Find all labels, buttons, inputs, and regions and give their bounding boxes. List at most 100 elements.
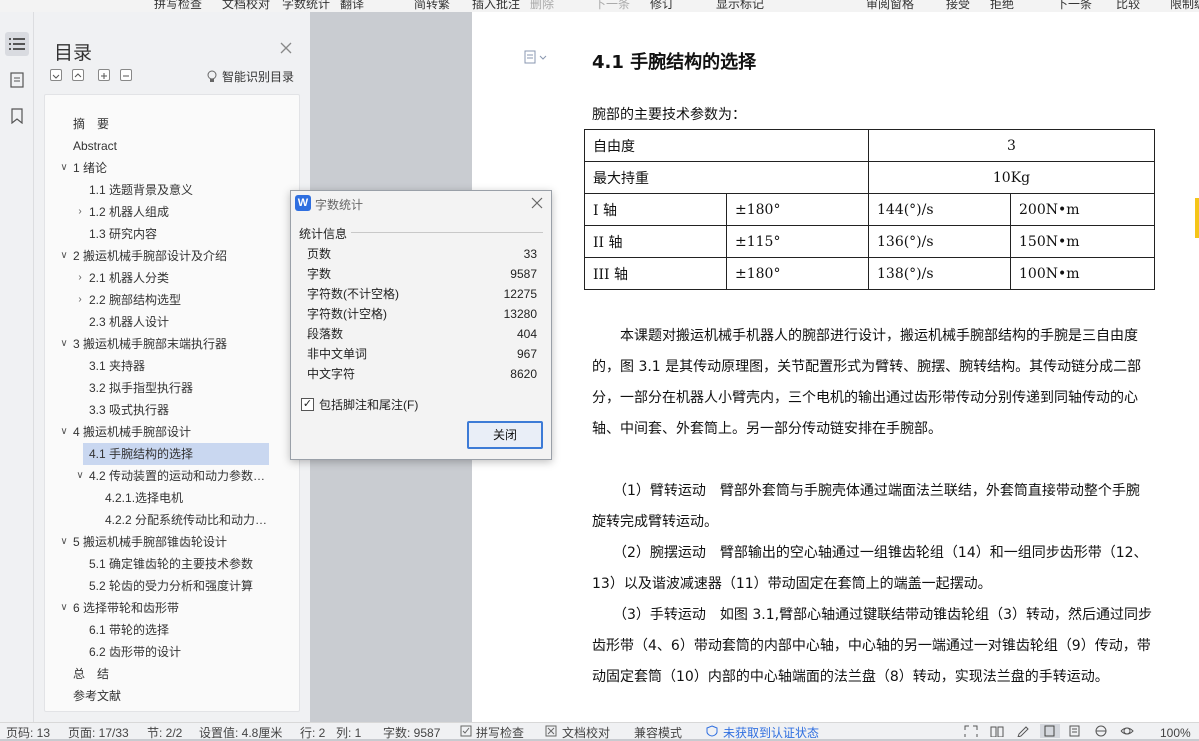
status-doc-proof[interactable]: 文档校对 [562, 726, 610, 740]
plus-icon [101, 73, 107, 79]
remove-heading-button[interactable] [120, 69, 132, 81]
table-row: 最大持重 10Kg [584, 161, 1155, 194]
document-page[interactable]: 4.1 手腕结构的选择 腕部的主要技术参数为： 自由度 3 最大持重 10Kg … [472, 12, 1199, 722]
toc-item[interactable]: 参考文献 [73, 685, 269, 707]
ribbon-reject[interactable]: 拒绝 [990, 0, 1014, 12]
toc-item[interactable]: 5.2 轮齿的受力分析和强度计算 [89, 575, 269, 597]
pen-icon[interactable] [1016, 725, 1030, 737]
toc-item[interactable]: 4.2 传动装置的运动和动力参数计 ... [89, 465, 269, 487]
status-cert[interactable]: 未获取到认证状态 [723, 726, 819, 740]
page-thumbnail-button[interactable] [5, 68, 29, 92]
doc-options-icon[interactable] [524, 50, 548, 64]
chevron-right-icon[interactable]: › [74, 201, 86, 223]
ribbon-accept[interactable]: 接受 [946, 0, 970, 12]
stat-row: 段落数 404 [307, 324, 537, 344]
ribbon-doc-proof[interactable]: 文档校对 [222, 0, 270, 12]
toc-item[interactable]: 3.1 夹持器 [89, 355, 269, 377]
chevron-down-icon[interactable]: ∨ [58, 597, 70, 619]
toc-item[interactable]: 6.1 带轮的选择 [89, 619, 269, 641]
ribbon-word-count[interactable]: 字数统计 [282, 0, 330, 12]
ribbon-next-comment[interactable]: 下一条 [594, 0, 630, 12]
params-table: 自由度 3 最大持重 10Kg I 轴 ±180° 144(°)/s 200N•… [584, 129, 1155, 290]
smart-toc-label: 智能识别目录 [222, 70, 295, 84]
ribbon-show-markup[interactable]: 显示标记 [716, 0, 764, 12]
toc-item[interactable]: 4 搬运机械手腕部设计 [73, 421, 269, 443]
table-cell: III 轴 [584, 257, 727, 290]
ribbon-simp-trad[interactable]: 简转繁 [414, 0, 450, 12]
toc-item[interactable]: 1.2 机器人组成 [89, 201, 269, 223]
stat-label: 字符数(计空格) [307, 307, 387, 321]
stat-label: 字符数(不计空格) [307, 287, 399, 301]
chevron-down-icon[interactable]: ∨ [58, 245, 70, 267]
outline-view-icon[interactable] [1068, 725, 1082, 737]
close-icon[interactable] [278, 40, 294, 56]
ribbon-insert-comment[interactable]: 插入批注 [472, 0, 520, 12]
toc-item[interactable]: 2.3 机器人设计 [89, 311, 269, 333]
toc-item[interactable]: 2.1 机器人分类 [89, 267, 269, 289]
status-row: 行: 2 [300, 726, 326, 740]
ribbon-track-changes[interactable]: 修订 [650, 0, 674, 12]
status-col: 列: 1 [336, 726, 362, 740]
toc-item[interactable]: 4.1 手腕结构的选择 [83, 443, 269, 465]
toc-item[interactable]: 4.2.1.选择电机 [105, 487, 269, 509]
chevron-up-icon [74, 73, 82, 78]
ribbon-translate[interactable]: 翻译 [340, 0, 364, 12]
toc-item[interactable]: 5.1 确定锥齿轮的主要技术参数 [89, 553, 269, 575]
scroll-marker[interactable] [1195, 198, 1199, 238]
include-footnotes-checkbox[interactable]: ✓ 包括脚注和尾注(F) [301, 396, 418, 413]
collapse-all-button[interactable] [50, 69, 62, 81]
expand-level-button[interactable] [72, 69, 84, 81]
toc-view-button[interactable] [5, 32, 29, 56]
read-mode-icon[interactable] [990, 725, 1004, 737]
smart-toc-button[interactable]: 智能识别目录 [206, 68, 294, 85]
table-cell: 150N•m [1010, 225, 1155, 258]
toc-item[interactable]: 1.1 选题背景及意义 [89, 179, 269, 201]
toc-item[interactable]: 2.2 腕部结构选型 [89, 289, 269, 311]
ribbon-next-change[interactable]: 下一条 [1056, 0, 1092, 12]
stats-section-label: 统计信息 [299, 227, 348, 241]
chevron-down-icon[interactable]: ∨ [58, 421, 70, 443]
status-spell-check[interactable]: 拼写检查 [476, 726, 524, 740]
toc-item[interactable]: 3.3 吸式执行器 [89, 399, 269, 421]
toc-item[interactable]: 1.3 研究内容 [89, 223, 269, 245]
chevron-right-icon[interactable]: › [74, 289, 86, 311]
stat-value: 8620 [510, 367, 537, 381]
fullscreen-icon[interactable] [964, 725, 978, 737]
ribbon-review-pane[interactable]: 审阅窗格 [866, 0, 914, 12]
toc-item[interactable]: 5 搬运机械手腕部锥齿轮设计 [73, 531, 269, 553]
ribbon-spell-check[interactable]: 拼写检查 [154, 0, 202, 12]
toc-item[interactable]: 4.2.2 分配系统传动比和动力参 ... [105, 509, 269, 531]
toc-item[interactable]: 总 结 [73, 663, 269, 685]
bookmark-button[interactable] [5, 104, 29, 128]
table-cell: 自由度 [584, 129, 869, 162]
toc-item[interactable]: 3 搬运机械手腕部末端执行器 [73, 333, 269, 355]
close-icon[interactable] [529, 195, 545, 211]
toc-item[interactable]: 2 搬运机械手腕部设计及介绍 [73, 245, 269, 267]
add-heading-button[interactable] [98, 69, 110, 81]
chevron-down-icon[interactable]: ∨ [58, 157, 70, 179]
toc-item[interactable]: 1 绪论 [73, 157, 269, 179]
toc-item[interactable]: 3.2 拟手指型执行器 [89, 377, 269, 399]
chevron-down-icon[interactable]: ∨ [58, 333, 70, 355]
toc-item[interactable]: 摘 要 [73, 113, 269, 135]
status-words[interactable]: 字数: 9587 [383, 726, 440, 740]
toc-item[interactable]: 6 选择带轮和齿形带 [73, 597, 269, 619]
web-view-icon[interactable] [1094, 725, 1108, 737]
chevron-down-icon[interactable]: ∨ [74, 465, 86, 487]
toc-item[interactable]: Abstract [73, 135, 269, 157]
table-cell: 200N•m [1010, 193, 1155, 226]
ribbon-restrict-edit[interactable]: 限制编 [1170, 0, 1199, 12]
status-zoom[interactable]: 100% [1160, 726, 1191, 740]
eye-protect-icon[interactable] [1120, 725, 1134, 737]
checkbox-icon[interactable]: ✓ [301, 398, 314, 411]
chevron-right-icon[interactable]: › [74, 267, 86, 289]
page-view-button[interactable] [1040, 724, 1060, 738]
ribbon-compare[interactable]: 比较 [1116, 0, 1140, 12]
chevron-down-icon[interactable]: ∨ [58, 531, 70, 553]
ribbon-delete[interactable]: 删除 [530, 0, 554, 12]
close-button[interactable]: 关闭 [467, 421, 543, 449]
proof-icon [545, 725, 557, 737]
stat-label: 非中文单词 [307, 347, 368, 361]
status-page[interactable]: 页面: 17/33 [68, 726, 129, 740]
toc-item[interactable]: 6.2 齿形带的设计 [89, 641, 269, 663]
